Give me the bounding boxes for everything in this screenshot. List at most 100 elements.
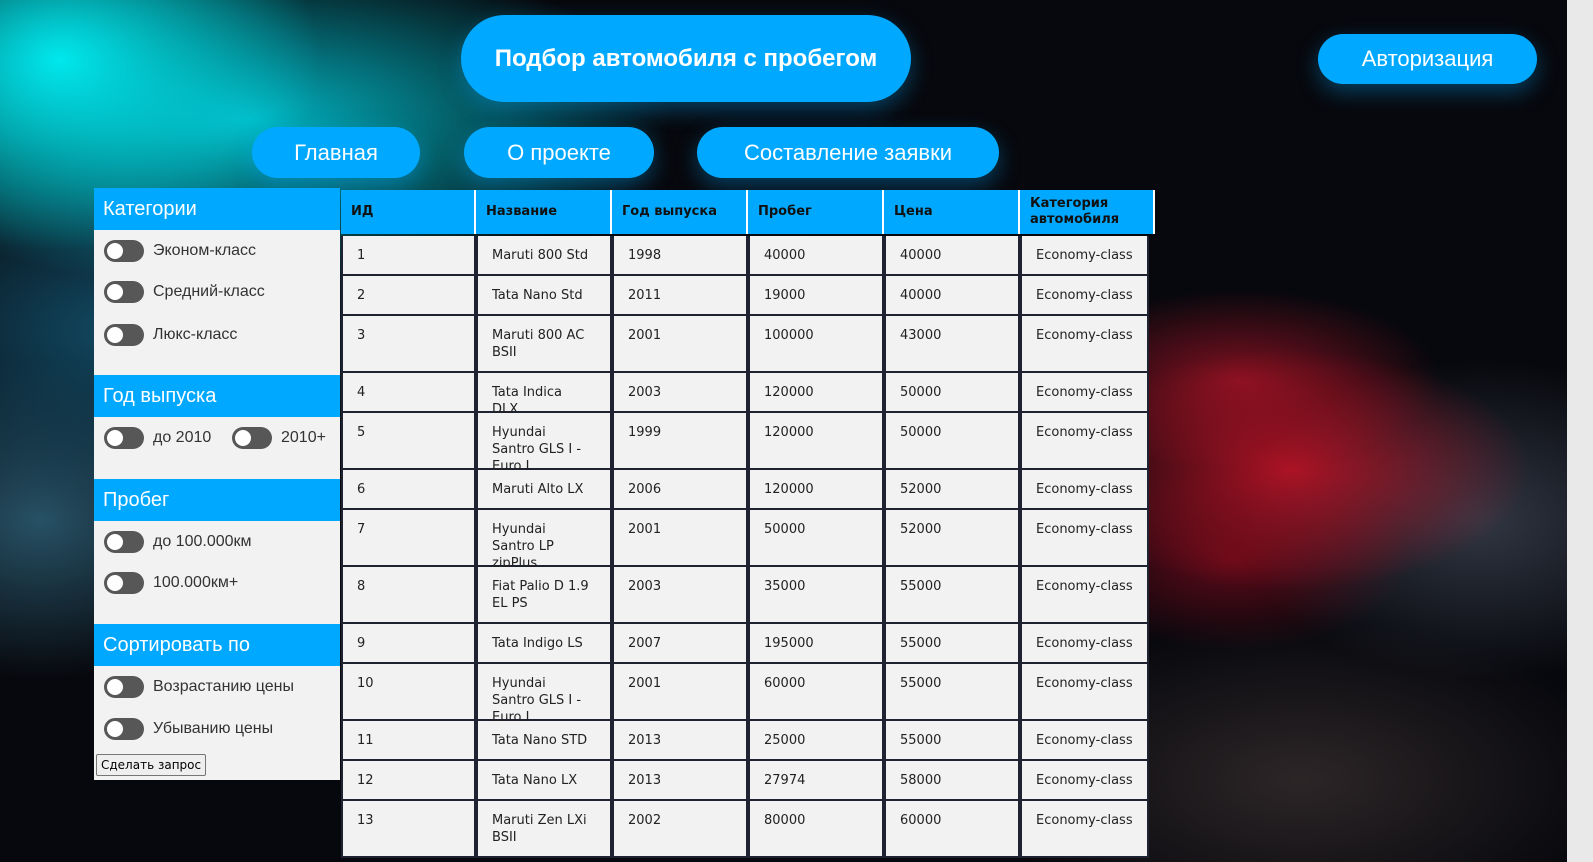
table-cell: 50000 [884, 373, 1020, 413]
sort-price-asc[interactable]: Возрастанию цены [104, 676, 294, 698]
option-label: до 2010 [153, 429, 212, 446]
table-cell: 2001 [612, 664, 748, 721]
table-cell: Hyundai Santro LP zipPlus [476, 510, 612, 571]
option-label: Убыванию цены [153, 720, 274, 737]
table-cell: Maruti 800 AC BSII [476, 316, 612, 373]
filter-lux[interactable]: Люкс-класс [104, 324, 237, 346]
column-header: Год выпуска [612, 190, 748, 234]
filter-economy[interactable]: Эконом-класс [104, 240, 256, 262]
option-label: Возрастанию цены [153, 678, 295, 695]
filter-sidebar: Категории Эконом-класс Средний-класс Люк… [94, 188, 340, 780]
toggle-switch[interactable] [104, 676, 144, 698]
table-cell: 12 [341, 761, 476, 801]
year-header: Год выпуска [94, 375, 340, 417]
table-cell: Economy-class [1020, 373, 1149, 413]
column-header: Цена [884, 190, 1020, 234]
toggle-switch[interactable] [104, 427, 144, 449]
table-cell: 55000 [884, 664, 1020, 721]
table-row: 13 Maruti Zen LXi BSII 2002 80000 60000 Econo… [341, 801, 1149, 858]
sort-price-desc[interactable]: Убыванию цены [104, 718, 273, 740]
nav-order-button[interactable]: Составление заявки [697, 127, 999, 178]
table-cell: Economy-class [1020, 510, 1149, 567]
table-cell: Economy-class [1020, 276, 1149, 316]
table-cell: 50000 [884, 413, 1020, 470]
table-cell: Economy-class [1020, 316, 1149, 373]
table-cell: 1 [341, 236, 476, 276]
table-cell: 52000 [884, 510, 1020, 567]
table-cell: 2001 [612, 316, 748, 373]
table-cell: 8 [341, 567, 476, 624]
table-cell: 58000 [884, 761, 1020, 801]
table-cell: Fiat Palio D 1.9 EL PS [476, 567, 612, 624]
table-row: 9 Tata Indigo LS 2007 195000 55000 Economy-cl… [341, 624, 1149, 664]
table-cell: Economy-class [1020, 236, 1149, 276]
table-cell: 80000 [748, 801, 884, 858]
filter-year-before-2010[interactable]: до 2010 [104, 427, 211, 449]
table-cell: 3 [341, 316, 476, 373]
table-cell: 2003 [612, 373, 748, 413]
table-cell: Economy-class [1020, 801, 1149, 858]
table-cell: 10 [341, 664, 476, 721]
table-cell: 1999 [612, 413, 748, 470]
filter-mid[interactable]: Средний-класс [104, 281, 265, 303]
table-cell: Tata Indica DLX [476, 373, 612, 417]
column-header: Пробег [748, 190, 884, 234]
nav-home-button[interactable]: Главная [252, 127, 420, 178]
table-row: 6 Maruti Alto LX 2006 120000 52000 Economy-cl… [341, 470, 1149, 510]
table-cell: 7 [341, 510, 476, 567]
table-row: 8 Fiat Palio D 1.9 EL PS 2003 35000 55000 Eco… [341, 567, 1149, 624]
table-cell: 195000 [748, 624, 884, 664]
table-row: 7 Hyundai Santro LP zipPlus 2001 50000 52000… [341, 510, 1149, 571]
table-cell: 120000 [748, 373, 884, 413]
table-cell: 55000 [884, 624, 1020, 664]
table-cell: 2 [341, 276, 476, 316]
table-cell: Economy-class [1020, 761, 1149, 801]
table-cell: 43000 [884, 316, 1020, 373]
table-cell: Tata Nano Std [476, 276, 612, 316]
table-cell: Economy-class [1020, 413, 1149, 470]
table-row: 2 Tata Nano Std 2011 19000 40000 Economy-clas… [341, 276, 1149, 316]
table-cell: Economy-class [1020, 664, 1149, 721]
mileage-header: Пробег [94, 479, 340, 521]
table-cell: 1998 [612, 236, 748, 276]
filter-mileage-over[interactable]: 100.000км+ [104, 572, 238, 594]
filter-year-2010-plus[interactable]: 2010+ [232, 427, 326, 449]
table-cell: 5 [341, 413, 476, 470]
table-cell: Economy-class [1020, 470, 1149, 510]
toggle-switch[interactable] [104, 531, 144, 553]
column-header: Название [476, 190, 612, 234]
nav-about-button[interactable]: О проекте [464, 127, 654, 178]
toggle-switch[interactable] [104, 281, 144, 303]
table-row: 4 Tata Indica DLX 2003 120000 50000 Economy-c… [341, 373, 1149, 417]
table-header: ИД Название Год выпуска Пробег Цена Кате… [341, 190, 1155, 234]
table-cell: Economy-class [1020, 624, 1149, 664]
table-cell: 40000 [748, 236, 884, 276]
toggle-switch[interactable] [232, 427, 272, 449]
toggle-switch[interactable] [104, 572, 144, 594]
table-row: 3 Maruti 800 AC BSII 2001 100000 43000 Econom… [341, 316, 1149, 373]
sort-header: Сортировать по [94, 624, 340, 666]
table-cell: 40000 [884, 276, 1020, 316]
table-cell: 13 [341, 801, 476, 858]
auth-button[interactable]: Авторизация [1318, 34, 1537, 84]
option-label: Средний-класс [153, 283, 265, 300]
toggle-switch[interactable] [104, 718, 144, 740]
toggle-switch[interactable] [104, 240, 144, 262]
table-cell: 25000 [748, 721, 884, 761]
option-label: 2010+ [281, 429, 326, 446]
toggle-switch[interactable] [104, 324, 144, 346]
table-cell: Maruti Zen LXi BSII [476, 801, 612, 858]
filter-mileage-under[interactable]: до 100.000км [104, 531, 252, 553]
submit-query-button[interactable]: Сделать запрос [96, 754, 207, 776]
table-cell: Tata Indigo LS [476, 624, 612, 664]
table-cell: 2003 [612, 567, 748, 624]
table-cell: 52000 [884, 470, 1020, 510]
table-cell: 2001 [612, 510, 748, 567]
table-cell: 2013 [612, 721, 748, 761]
table-cell: 2007 [612, 624, 748, 664]
table-row: 12 Tata Nano LX 2013 27974 58000 Economy-clas… [341, 761, 1149, 801]
table-cell: 2002 [612, 801, 748, 858]
table-row: 11 Tata Nano STD 2013 25000 55000 Economy-cla… [341, 721, 1149, 761]
table-cell: 120000 [748, 470, 884, 510]
page-edge [1567, 0, 1593, 862]
